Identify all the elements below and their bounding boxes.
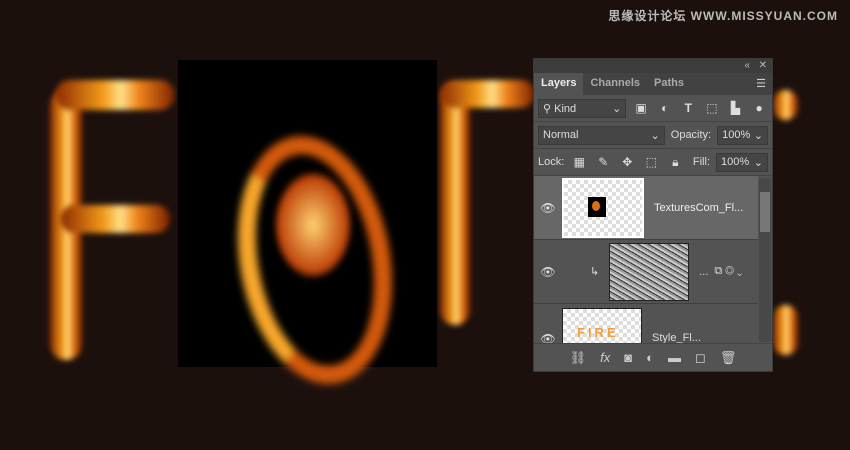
layer-thumbnail: FIRE [562,308,642,343]
image-filter-icon[interactable]: ▣ [632,101,650,115]
filter-label: Kind [554,102,577,115]
eye-icon[interactable]: 👁︎ [534,265,562,279]
layer-row[interactable]: 👁︎ FIRE Style_Fl... [534,304,758,344]
filter-toggle[interactable]: ● [750,101,768,115]
lock-transparent-icon[interactable]: ▦ [570,155,588,169]
new-group-icon[interactable]: ▬ [668,350,681,365]
opacity-value: 100% [722,129,751,141]
clipping-arrow-icon: ↳ [590,266,600,278]
close-icon[interactable]: ✕ [759,60,767,71]
filter-kind-select[interactable]: ⚲ Kind ⌄ [538,98,627,118]
fill-value: 100% [721,156,750,168]
fill-label: Fill: [692,156,710,168]
panel-topbar: « ✕ [534,59,772,73]
blend-mode-select[interactable]: Normal ⌄ [538,125,665,145]
opacity-label: Opacity: [670,129,712,141]
layer-row[interactable]: 👁︎ TexturesCom_Fl... [534,176,758,240]
add-mask-icon[interactable]: ◙ [624,350,632,365]
trash-icon[interactable]: 🗑︎ [720,350,737,366]
layer-name[interactable]: TexturesCom_Fl... [654,202,743,214]
link-layers-icon[interactable]: ⛓︎ [570,350,587,366]
opacity-input[interactable]: 100% ⌄ [717,125,768,145]
fx-icon[interactable]: fx [600,350,610,365]
chevron-down-icon: ⌄ [612,102,622,115]
type-filter-icon[interactable]: T [680,101,698,115]
lock-all-icon[interactable]: 🔒︎ [666,155,684,170]
new-layer-icon[interactable]: ◻ [695,350,706,366]
lock-label: Lock: [538,156,565,168]
layer-name[interactable]: ... [699,266,708,278]
tab-paths[interactable]: Paths [647,73,691,95]
watermark: 思缘设计论坛 WWW.MISSYUAN.COM [608,9,838,23]
texture-thumbnail [609,242,690,301]
document-canvas [178,60,437,397]
lock-artboard-icon[interactable]: ⬚ [642,155,660,169]
adjustment-filter-icon[interactable]: ◐ [656,101,674,115]
smart-filter-icon: ⧉ ◎ ⌄ [714,265,743,277]
layers-panel: « ✕ Layers Channels Paths ☰ ⚲ Kind ⌄ ▣ ◐ … [533,58,773,372]
collapse-icon[interactable]: « [744,60,750,71]
adjustment-layer-icon[interactable]: ◐ [646,350,654,365]
smart-object-filter-icon[interactable]: ▙ [727,101,745,115]
layers-scrollbar[interactable] [759,178,771,342]
layer-row[interactable]: 👁︎ ↳ ... ⧉ ◎ ⌄ [534,240,758,304]
lock-position-move-icon[interactable]: ✥ [618,155,636,169]
lock-image-brush-icon[interactable]: ✎ [594,155,612,169]
tab-layers[interactable]: Layers [534,73,584,95]
layer-thumbnail [562,177,644,238]
shape-filter-icon[interactable]: ⬚ [703,101,721,115]
tab-channels[interactable]: Channels [583,73,647,95]
panel-menu-icon[interactable]: ☰ [756,77,766,90]
fill-input[interactable]: 100% ⌄ [716,152,768,172]
blend-mode-value: Normal [543,129,579,141]
eye-icon[interactable]: 👁︎ [534,201,562,215]
search-icon: ⚲ [543,102,555,115]
